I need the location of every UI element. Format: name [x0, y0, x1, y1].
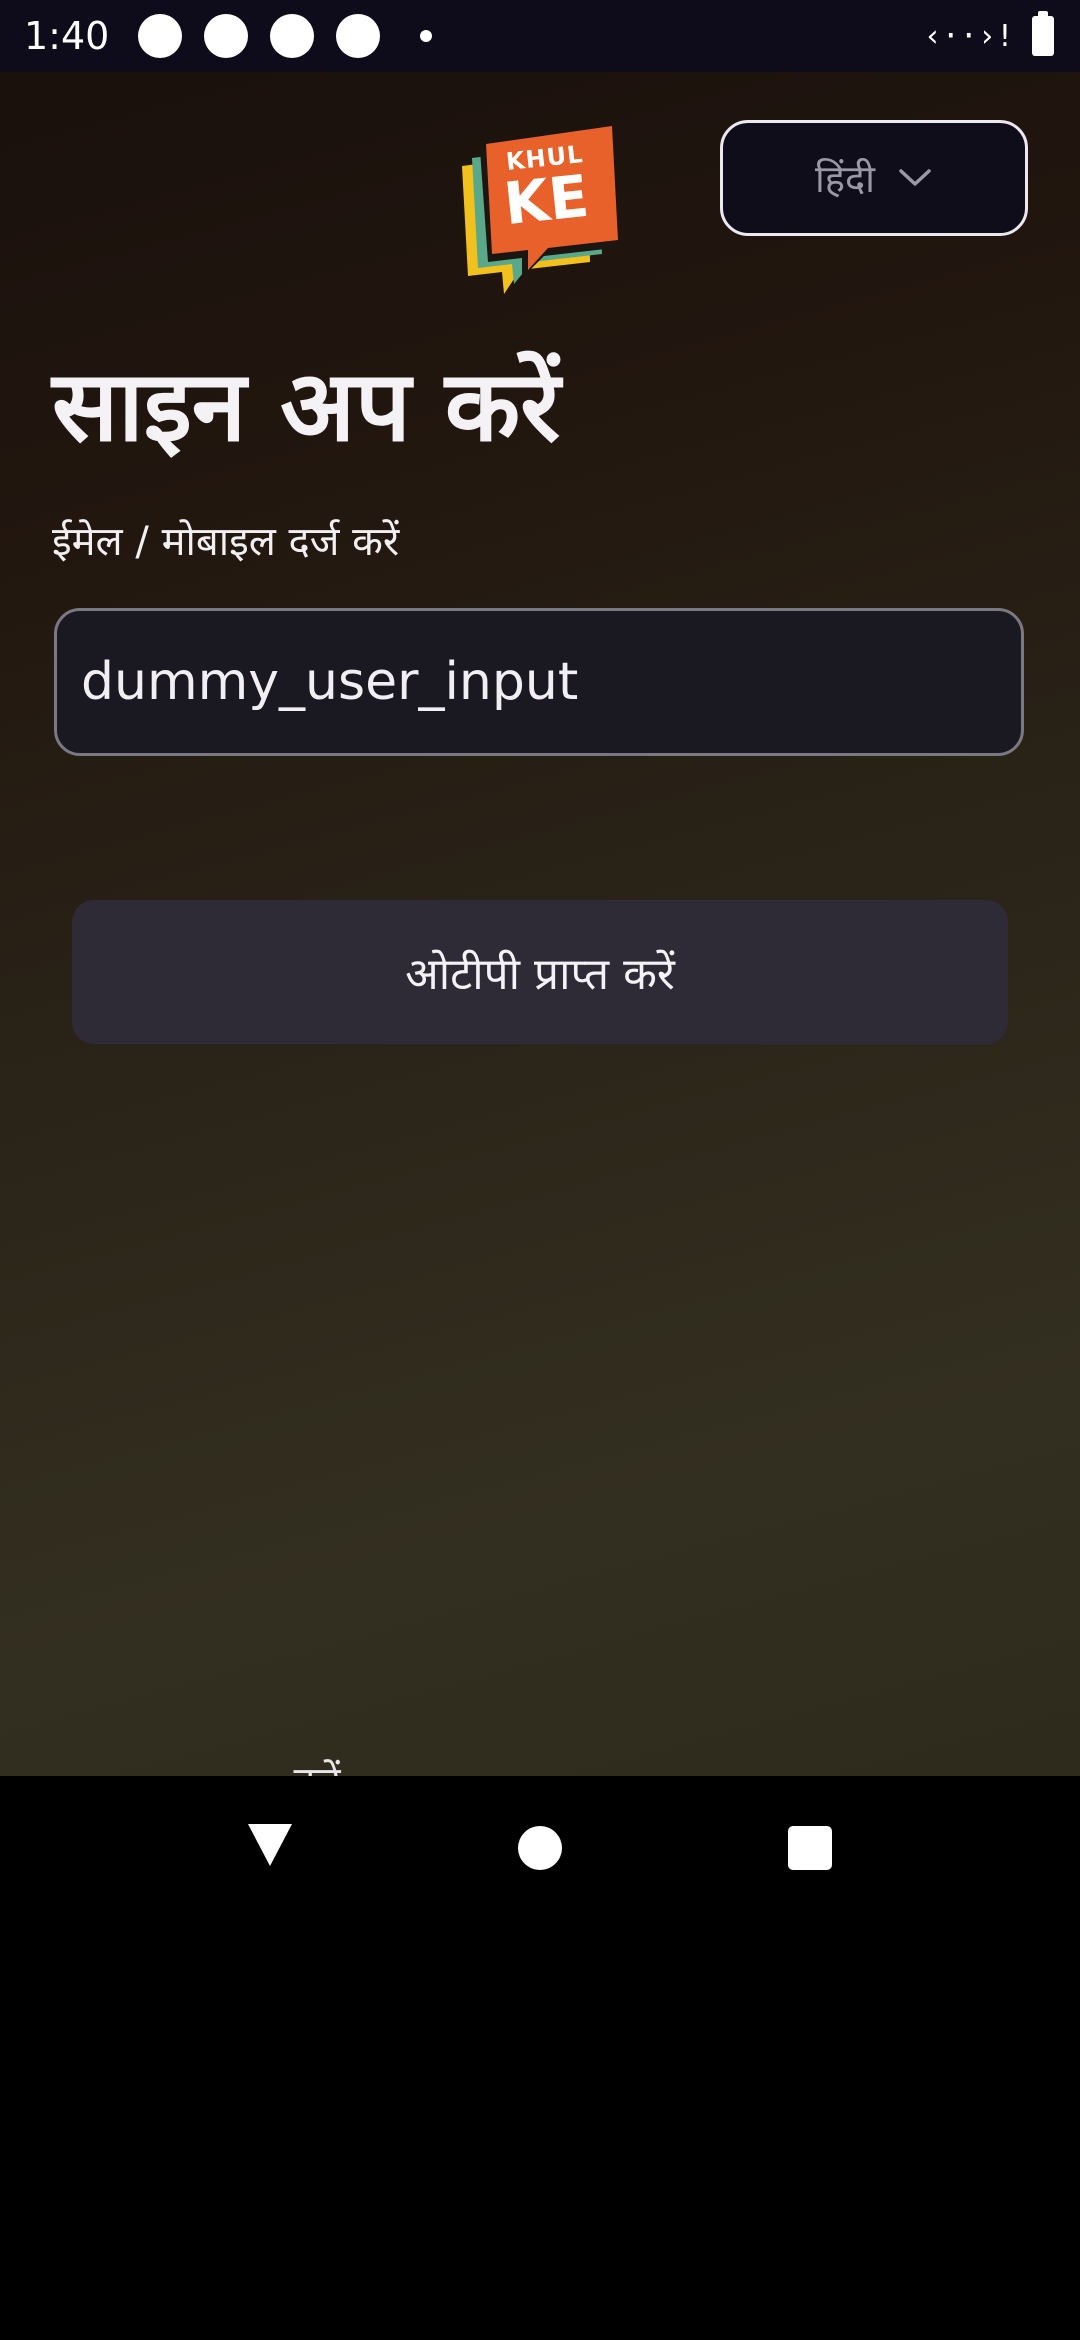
notification-dot-icon — [204, 14, 248, 58]
more-notifications-icon — [420, 30, 432, 42]
signup-screen: KHUL KE हिंदी साइन अप करें ईमेल / मोबाइल… — [0, 72, 1080, 1776]
chevron-down-icon — [899, 169, 931, 186]
notification-dot-icon — [138, 14, 182, 58]
system-navigation-bar — [0, 1776, 1080, 2340]
khul-ke-logo: KHUL KE — [456, 122, 626, 298]
email-mobile-label: ईमेल / मोबाइल दर्ज करें — [52, 519, 400, 565]
status-bar: 1:40 ‹··›! — [0, 0, 1080, 72]
recents-square-icon[interactable] — [788, 1826, 832, 1870]
get-otp-button-label: ओटीपी प्राप्त करें — [405, 949, 675, 1000]
get-otp-button[interactable]: ओटीपी प्राप्त करें — [72, 900, 1008, 1044]
home-circle-icon[interactable] — [518, 1826, 562, 1870]
bottom-partial-text[interactable]: ... ... ... ... करें — [90, 1752, 341, 1776]
data-saver-icon: ‹··›! — [923, 18, 1014, 54]
email-mobile-input[interactable] — [81, 652, 1021, 712]
back-triangle-icon[interactable] — [246, 1822, 294, 1868]
page-title: साइन अप करें — [52, 350, 561, 464]
notification-dot-icon — [336, 14, 380, 58]
language-selector[interactable]: हिंदी — [720, 120, 1028, 236]
status-icons: ‹··›! — [924, 10, 1054, 62]
email-mobile-field[interactable] — [54, 608, 1024, 756]
logo-line-2: KE — [500, 161, 592, 239]
notification-dot-icon — [270, 14, 314, 58]
status-time: 1:40 — [24, 14, 110, 58]
language-selector-value: हिंदी — [814, 157, 876, 201]
battery-icon — [1032, 11, 1054, 56]
